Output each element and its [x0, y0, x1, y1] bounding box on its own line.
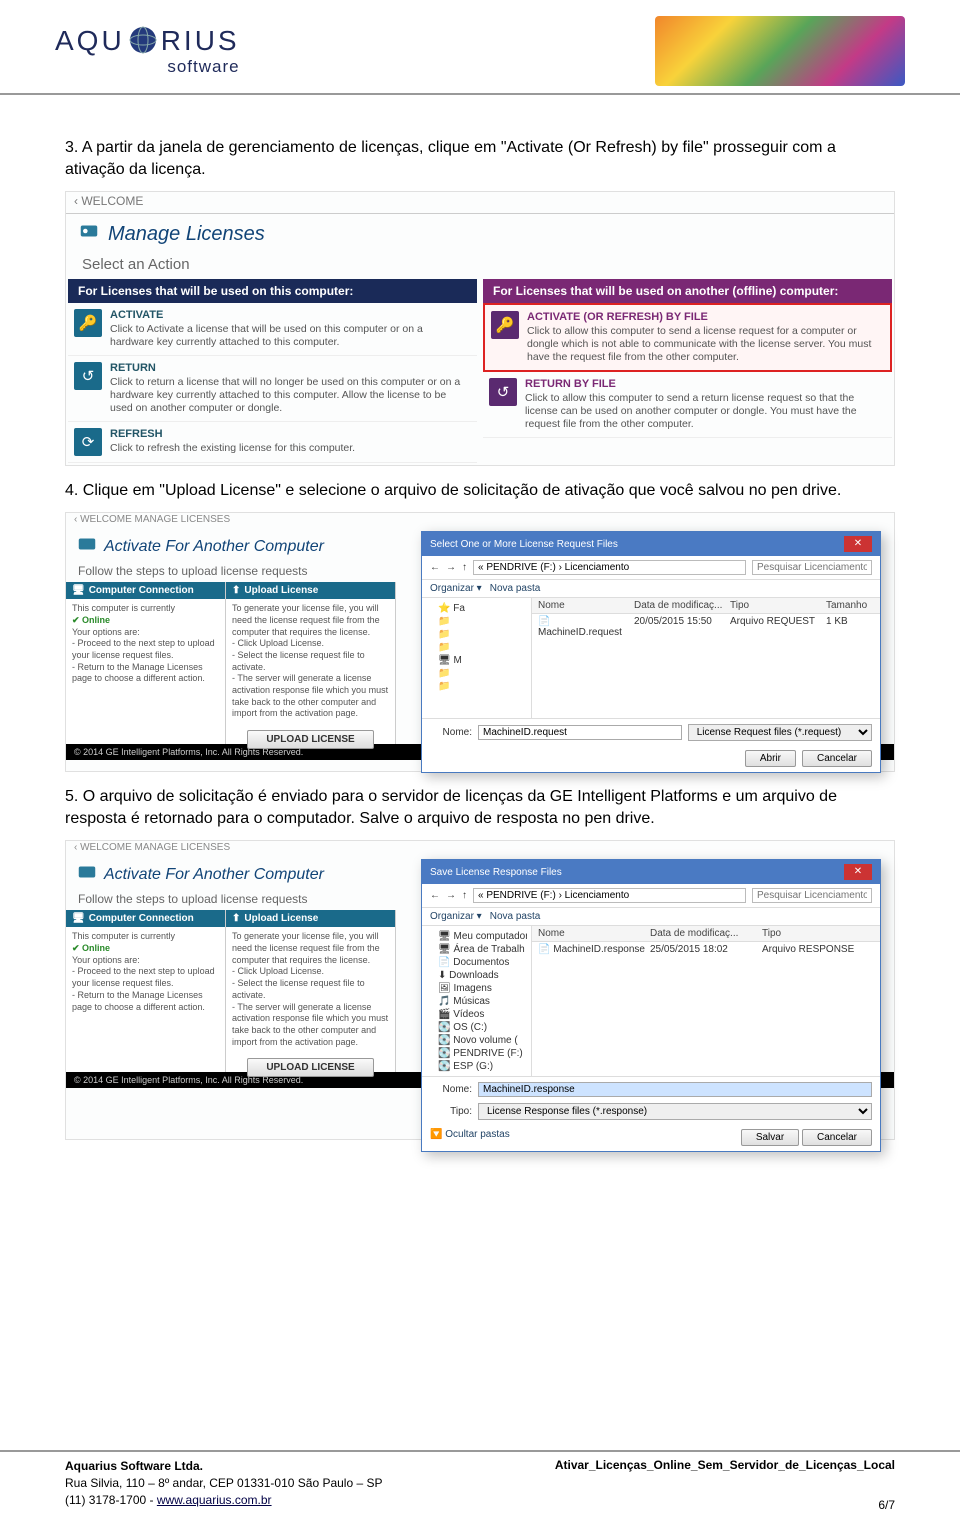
screenshot-upload-open: ‹ WELCOME MANAGE LICENSES Activate For A…: [65, 512, 895, 772]
panel-upload-license: ⬆Upload License To generate your license…: [226, 910, 396, 1072]
cancel-button[interactable]: Cancelar: [802, 1129, 872, 1146]
select-action-label: Select an Action: [66, 254, 894, 279]
monitor-icon: 🖥: [72, 585, 85, 596]
forward-icon[interactable]: →: [446, 562, 456, 573]
back-icon[interactable]: ←: [430, 890, 440, 901]
folder-tree[interactable]: ⭐ Fa📁📁📁🖥 M📁📁: [422, 598, 532, 718]
license-icon: [78, 220, 100, 248]
footer-phone: (11) 3178-1700 -: [65, 1493, 157, 1507]
logo-text-upper2: RIUS: [161, 25, 240, 56]
globe-icon: [127, 24, 159, 56]
panel-computer-connection: 🖥Computer Connection This computer is cu…: [66, 582, 226, 744]
open-button[interactable]: Abrir: [745, 750, 796, 767]
action-activate-by-file[interactable]: 🔑 ACTIVATE (OR REFRESH) BY FILEClick to …: [483, 303, 892, 372]
return-icon: ↺: [74, 362, 102, 390]
return-file-icon: ↺: [489, 378, 517, 406]
action-activate[interactable]: 🔑 ACTIVATEClick to Activate a license th…: [68, 303, 477, 356]
step-5-text: 5. O arquivo de solicitação é enviado pa…: [65, 786, 895, 830]
footer-address: Rua Silvia, 110 – 8º andar, CEP 01331-01…: [65, 1476, 383, 1490]
hide-folders-link[interactable]: Ocultar pastas: [445, 1129, 509, 1140]
breadcrumb: ‹ WELCOME MANAGE LICENSES: [66, 841, 894, 859]
monitor-icon: 🖥: [72, 913, 85, 924]
filetype-select[interactable]: License Response files (*.response): [478, 1103, 872, 1120]
footer-company: Aquarius Software Ltda.: [65, 1459, 203, 1473]
up-icon[interactable]: ↑: [462, 890, 467, 901]
page-number: 6/7: [555, 1498, 895, 1512]
file-open-dialog: Select One or More License Request Files…: [421, 531, 881, 773]
action-return[interactable]: ↺ RETURNClick to return a license that w…: [68, 356, 477, 422]
filetype-label: Tipo:: [430, 1106, 472, 1117]
panel-upload-license: ⬆Upload License To generate your license…: [226, 582, 396, 744]
license-icon: [76, 861, 98, 888]
license-icon: [76, 533, 98, 560]
cancel-button[interactable]: Cancelar: [802, 750, 872, 767]
dialog-title: Save License Response Files: [430, 867, 562, 878]
file-list[interactable]: NomeData de modificaç...Tipo 📄 MachineID…: [532, 926, 880, 1076]
search-input[interactable]: [752, 888, 872, 903]
new-folder-button[interactable]: Nova pasta: [490, 911, 541, 922]
organize-menu[interactable]: Organizar ▾: [430, 911, 482, 922]
action-return-by-file[interactable]: ↺ RETURN BY FILEClick to allow this comp…: [483, 372, 892, 438]
path-input[interactable]: [473, 888, 746, 903]
step-4-text: 4. Clique em "Upload License" e selecion…: [65, 480, 895, 502]
file-save-dialog: Save License Response Files ✕ ← → ↑ Orga…: [421, 859, 881, 1152]
up-icon[interactable]: ↑: [462, 562, 467, 573]
folder-tree[interactable]: 🖥 Meu computador 🖥 Área de Trabalh 📄 Doc…: [422, 926, 532, 1076]
breadcrumb: ‹ WELCOME: [66, 192, 894, 214]
close-icon[interactable]: ✕: [844, 536, 872, 552]
action-refresh[interactable]: ⟳ REFRESHClick to refresh the existing l…: [68, 422, 477, 463]
screenshot-upload-save: ‹ WELCOME MANAGE LICENSES Activate For A…: [65, 840, 895, 1140]
key-file-icon: 🔑: [491, 311, 519, 339]
manage-licenses-title: Manage Licenses: [66, 214, 894, 254]
search-input[interactable]: [752, 560, 872, 575]
step-3-text: 3. A partir da janela de gerenciamento d…: [65, 137, 895, 181]
screenshot-manage-licenses: ‹ WELCOME Manage Licenses Select an Acti…: [65, 191, 895, 466]
page-footer: Aquarius Software Ltda. Rua Silvia, 110 …: [0, 1450, 960, 1512]
dialog-title: Select One or More License Request Files: [430, 539, 618, 550]
filename-label: Nome:: [430, 1084, 472, 1095]
back-icon[interactable]: ←: [430, 562, 440, 573]
col-header-this-computer: For Licenses that will be used on this c…: [68, 279, 477, 303]
logo: AQU RIUS software: [55, 24, 240, 77]
filename-input[interactable]: [478, 725, 682, 740]
file-row[interactable]: 📄 MachineID.request20/05/2015 15:50Arqui…: [532, 614, 880, 640]
file-list[interactable]: NomeData de modificaç...TipoTamanho 📄 Ma…: [532, 598, 880, 718]
file-row[interactable]: 📄 MachineID.response25/05/2015 18:02Arqu…: [532, 942, 880, 957]
upload-icon: ⬆: [232, 913, 240, 924]
breadcrumb: ‹ WELCOME MANAGE LICENSES: [66, 513, 894, 531]
save-button[interactable]: Salvar: [741, 1129, 799, 1146]
footer-doc-title: Ativar_Licenças_Online_Sem_Servidor_de_L…: [555, 1458, 895, 1472]
col-header-another-computer: For Licenses that will be used on anothe…: [483, 279, 892, 303]
upload-icon: ⬆: [232, 585, 240, 596]
path-input[interactable]: [473, 560, 746, 575]
logo-text-upper1: AQU: [55, 25, 125, 56]
filename-input[interactable]: [478, 1082, 872, 1097]
new-folder-button[interactable]: Nova pasta: [490, 583, 541, 594]
panel-computer-connection: 🖥Computer Connection This computer is cu…: [66, 910, 226, 1072]
filename-label: Nome:: [430, 727, 472, 738]
logo-text-lower: software: [55, 57, 240, 77]
filetype-select[interactable]: License Request files (*.request): [688, 724, 872, 741]
header-artwork: [655, 16, 905, 86]
forward-icon[interactable]: →: [446, 890, 456, 901]
close-icon[interactable]: ✕: [844, 864, 872, 880]
organize-menu[interactable]: Organizar ▾: [430, 583, 482, 594]
refresh-icon: ⟳: [74, 428, 102, 456]
key-icon: 🔑: [74, 309, 102, 337]
page-header: AQU RIUS software: [0, 0, 960, 95]
footer-url-link[interactable]: www.aquarius.com.br: [157, 1493, 272, 1507]
